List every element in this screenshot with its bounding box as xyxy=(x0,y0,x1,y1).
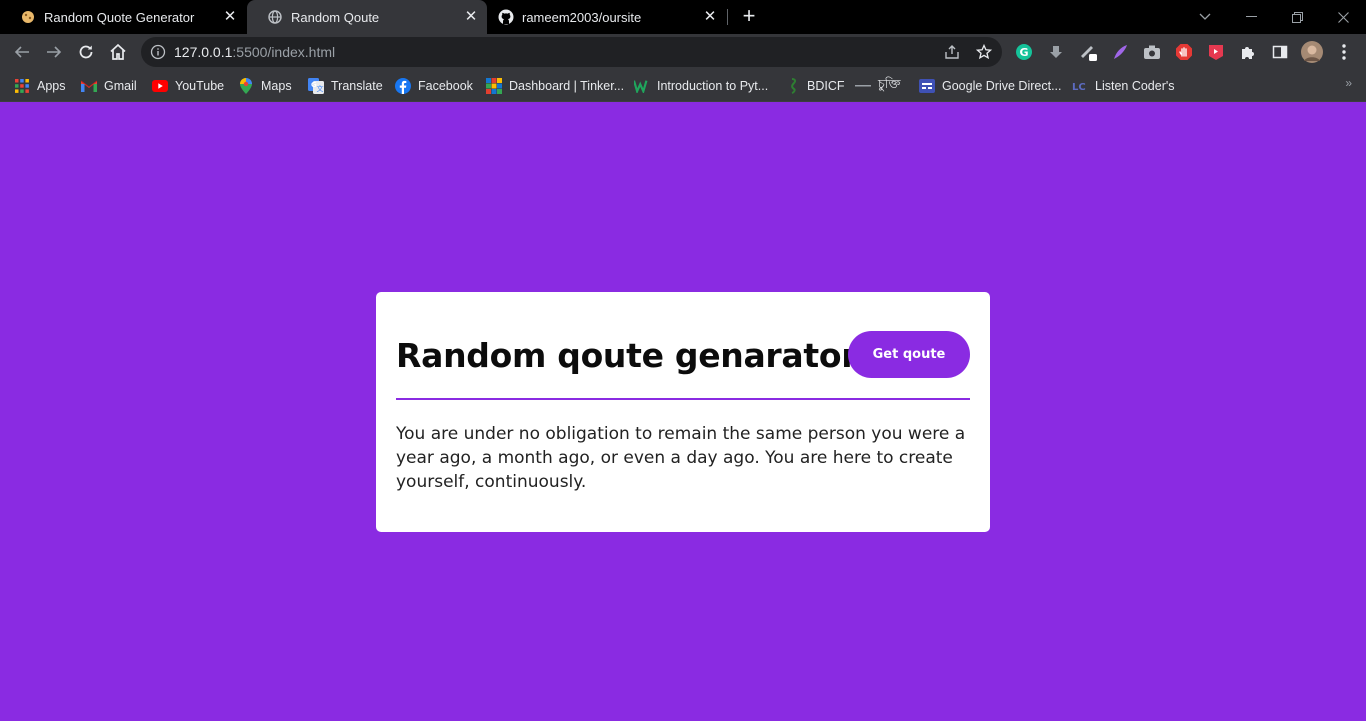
bookmark-label: Listen Coder's xyxy=(1095,79,1175,93)
bookmark-label: Translate xyxy=(331,79,383,93)
tab-separator xyxy=(727,9,728,25)
video-play-extension-icon[interactable] xyxy=(1206,42,1226,62)
tab-search-button[interactable] xyxy=(1182,0,1228,34)
github-favicon-icon xyxy=(498,9,514,25)
new-tab-button[interactable]: + xyxy=(738,5,760,28)
bookmark-label: Apps xyxy=(37,79,66,93)
youtube-icon xyxy=(152,78,168,94)
bookmark-gmail[interactable]: Gmail xyxy=(81,76,137,96)
close-icon xyxy=(1337,11,1349,23)
drive-icon xyxy=(919,78,935,94)
reload-icon xyxy=(79,45,93,59)
bookmark-label: চুক্তি xyxy=(878,77,901,91)
get-quote-button[interactable]: Get qoute xyxy=(848,331,970,378)
close-tab-icon[interactable]: ✕ xyxy=(702,9,718,25)
page-title: Random qoute genarator xyxy=(396,336,858,375)
url-text: 127.0.0.1:5500/index.html xyxy=(174,44,335,60)
bookmark-bdicf[interactable]: BDICF xyxy=(784,76,845,96)
bookmark-introduction-to-python[interactable]: Introduction to Pyt... xyxy=(634,76,768,96)
svg-text:文: 文 xyxy=(317,84,324,93)
translate-icon: G文 xyxy=(308,78,324,94)
bookmark-label: Introduction to Pyt... xyxy=(657,79,769,93)
minimize-icon xyxy=(1245,16,1257,17)
quote-card: Random qoute genarator Get qoute You are… xyxy=(376,292,990,532)
share-icon[interactable] xyxy=(942,42,962,62)
bookmarks-overflow-chevron-icon[interactable]: » xyxy=(1345,76,1352,90)
url-path: :5500/index.html xyxy=(232,44,336,60)
tab-title: Random Quote Generator xyxy=(44,9,195,25)
bookmark-google-drive-direct[interactable]: Google Drive Direct... xyxy=(919,76,1061,96)
tab-random-quote-generator[interactable]: Random Quote Generator ✕ xyxy=(0,0,246,34)
home-icon xyxy=(110,43,126,60)
arrow-left-icon xyxy=(14,46,29,58)
bookmark-translate[interactable]: G文 Translate xyxy=(308,76,383,96)
restore-button[interactable] xyxy=(1274,0,1320,34)
chevron-down-icon xyxy=(1199,13,1211,20)
back-button[interactable] xyxy=(8,38,36,66)
bookmark-star-icon[interactable] xyxy=(974,42,994,62)
bookmark-label: Dashboard | Tinker... xyxy=(509,79,625,93)
apps-grid-icon xyxy=(14,78,30,94)
maps-pin-icon xyxy=(238,78,254,94)
bookmark-label: BDICF xyxy=(807,79,845,93)
stop-hand-extension-icon[interactable] xyxy=(1174,42,1194,62)
quill-extension-icon[interactable] xyxy=(1110,42,1130,62)
close-tab-icon[interactable]: ✕ xyxy=(463,9,479,25)
download-extension-icon[interactable] xyxy=(1046,42,1066,62)
profile-avatar[interactable] xyxy=(1301,41,1323,63)
chrome-menu-icon[interactable] xyxy=(1334,42,1354,62)
globe-favicon-icon xyxy=(267,9,283,25)
bookmark-chukti[interactable]: চুক্তি xyxy=(855,76,900,96)
close-tab-icon[interactable]: ✕ xyxy=(222,9,238,25)
bookmark-maps[interactable]: Maps xyxy=(238,76,292,96)
tab-github-oursite[interactable]: rameem2003/oursite ✕ xyxy=(488,0,726,34)
site-info-icon[interactable] xyxy=(150,44,166,60)
bookmarks-bar: Apps Gmail YouTube Maps G文 Translate Fac… xyxy=(0,70,1366,102)
divider xyxy=(396,398,970,400)
arrow-right-icon xyxy=(47,46,62,58)
quote-text: You are under no obligation to remain th… xyxy=(396,424,966,492)
grammarly-icon[interactable]: G xyxy=(1014,42,1034,62)
bookmark-facebook[interactable]: Facebook xyxy=(395,76,473,96)
page-viewport: Random qoute genarator Get qoute You are… xyxy=(0,102,1366,721)
bookmark-youtube[interactable]: YouTube xyxy=(152,76,224,96)
bookmark-label: Google Drive Direct... xyxy=(942,79,1062,93)
extensions-puzzle-icon[interactable] xyxy=(1238,42,1258,62)
tinkercad-icon xyxy=(486,78,502,94)
camera-extension-icon[interactable] xyxy=(1142,42,1162,62)
bookmark-apps[interactable]: Apps xyxy=(14,76,66,96)
svg-text:LC: LC xyxy=(1072,82,1086,93)
facebook-icon xyxy=(395,78,411,94)
cookie-favicon-icon xyxy=(20,9,36,25)
bookmark-label: Maps xyxy=(261,79,292,93)
side-panel-icon[interactable] xyxy=(1270,42,1290,62)
reload-button[interactable] xyxy=(72,38,100,66)
bookmark-label: Facebook xyxy=(418,79,473,93)
bdicf-icon xyxy=(784,78,800,94)
address-bar[interactable]: 127.0.0.1:5500/index.html xyxy=(141,37,1002,67)
close-window-button[interactable] xyxy=(1320,0,1366,34)
minimize-button[interactable] xyxy=(1228,0,1274,34)
restore-icon xyxy=(1291,11,1303,23)
bookmark-label: YouTube xyxy=(175,79,225,93)
tab-strip: Random Quote Generator ✕ Random Qoute ✕ … xyxy=(0,0,1366,34)
bookmark-label: Gmail xyxy=(104,79,137,93)
gmail-icon xyxy=(81,78,97,94)
w-icon xyxy=(634,78,650,94)
bookmark-dashboard-tinkercad[interactable]: Dashboard | Tinker... xyxy=(486,76,624,96)
tab-random-qoute[interactable]: Random Qoute ✕ xyxy=(247,0,487,34)
pen-extension-icon[interactable] xyxy=(1078,42,1098,62)
dash-icon xyxy=(855,78,871,94)
bookmark-listen-coders[interactable]: LC Listen Coder's xyxy=(1072,76,1175,96)
forward-button[interactable] xyxy=(40,38,68,66)
browser-toolbar: 127.0.0.1:5500/index.html G xyxy=(0,34,1366,70)
lc-icon: LC xyxy=(1072,78,1088,94)
tab-title: rameem2003/oursite xyxy=(522,9,642,25)
tab-title: Random Qoute xyxy=(291,9,380,25)
home-button[interactable] xyxy=(104,38,132,66)
svg-text:G: G xyxy=(1019,46,1028,59)
url-host: 127.0.0.1 xyxy=(174,44,233,60)
